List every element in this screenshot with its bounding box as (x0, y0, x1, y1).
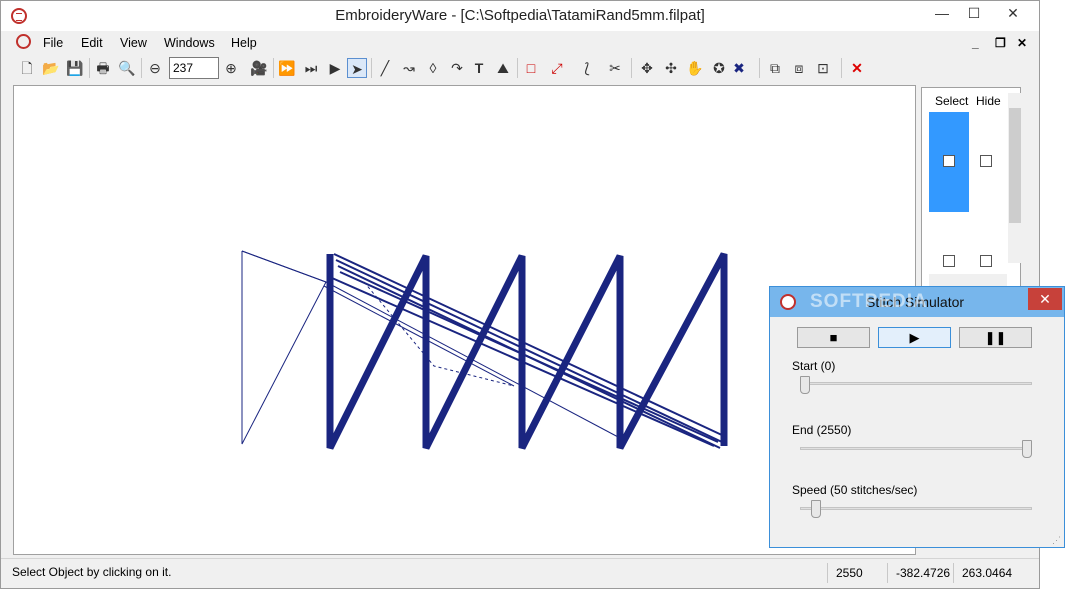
new-icon[interactable]: 🗋 (17, 58, 37, 78)
line-icon[interactable]: ╱ (375, 58, 395, 78)
toolbar-separator (759, 58, 760, 78)
x-coordinate: -382.4726 (887, 563, 951, 583)
select-column-header: Select (935, 94, 969, 108)
play-icon[interactable]: ▶ (325, 58, 345, 78)
pause-button[interactable]: ❚❚ (959, 327, 1032, 348)
speed-label: Speed (50 stitches/sec) (792, 483, 918, 497)
title-bar: EmbroideryWare - [C:\Softpedia\TatamiRan… (1, 1, 1039, 31)
stitch-count: 2550 (827, 563, 885, 583)
toolbar-separator (841, 58, 842, 78)
status-message: Select Object by clicking on it. (12, 565, 172, 579)
frame-icon[interactable]: ⊡ (813, 58, 833, 78)
stitch-simulator-dialog: Stitch Simulator SOFTPEDIA ✕ ■ ▶ ❚❚ Star… (769, 286, 1065, 548)
maximize-button[interactable]: ☐ (959, 1, 989, 25)
fast-forward-icon[interactable]: ⏩ (277, 58, 297, 78)
ungroup-icon[interactable]: ⧈ (789, 58, 809, 78)
menu-windows[interactable]: Windows (164, 36, 215, 50)
toolbar-separator (141, 58, 142, 78)
lasso-icon[interactable]: ✪ (709, 58, 729, 78)
toolbar-separator (517, 58, 518, 78)
speed-slider-thumb[interactable] (811, 500, 821, 518)
layer-hide-checkbox[interactable] (980, 155, 992, 167)
dialog-app-icon (780, 294, 796, 310)
toolbar-separator (631, 58, 632, 78)
window-title: EmbroideryWare - [C:\Softpedia\TatamiRan… (335, 7, 705, 24)
hide-column-header: Hide (976, 94, 1001, 108)
select-arrow-icon[interactable]: ➤ (347, 58, 367, 78)
print-icon[interactable]: 🖶 (93, 58, 113, 78)
speed-slider-track[interactable] (800, 507, 1032, 510)
shape-icon[interactable]: ◊ (423, 58, 443, 78)
open-icon[interactable]: 📂 (41, 58, 61, 78)
zoom-in-icon[interactable]: ⊕ (221, 58, 241, 78)
curve-icon[interactable]: ↝ (399, 58, 419, 78)
toolbar: 🗋 📂 💾 🖶 🔍 ⊖ ⊕ 🎥 ⏩ ⏭ ▶ ➤ ╱ ↝ ◊ ↷ T ⛰ □ ⤢ … (9, 55, 1034, 81)
end-label: End (2550) (792, 423, 852, 437)
stop-button[interactable]: ■ (797, 327, 870, 348)
delete-icon[interactable]: ✕ (847, 58, 867, 78)
softpedia-watermark: SOFTPEDIA (810, 291, 928, 312)
stitch-icon[interactable]: ✖ (729, 58, 749, 78)
layer-select-checkbox[interactable] (943, 155, 955, 167)
start-slider-thumb[interactable] (800, 376, 810, 394)
document-icon[interactable] (16, 34, 31, 49)
node-icon[interactable]: ⤢ (547, 58, 567, 78)
start-slider-track[interactable] (800, 382, 1032, 385)
toolbar-separator (89, 58, 90, 78)
close-button[interactable]: ✕ (991, 1, 1035, 25)
skip-icon[interactable]: ⏭ (301, 58, 321, 78)
menu-bar: File Edit View Windows Help _ ❐ ✕ (9, 32, 1034, 54)
rectangle-icon[interactable]: □ (521, 58, 541, 78)
end-slider-thumb[interactable] (1022, 440, 1032, 458)
menu-help[interactable]: Help (231, 36, 257, 50)
menu-view[interactable]: View (120, 36, 147, 50)
toolbar-separator (273, 58, 274, 78)
save-icon[interactable]: 💾 (65, 58, 85, 78)
resize-grip[interactable]: ⋰ (1052, 535, 1061, 546)
start-label: Start (0) (792, 359, 836, 373)
status-bar: Select Object by clicking on it. 2550 -3… (1, 558, 1039, 588)
camera-icon[interactable]: 🎥 (249, 58, 269, 78)
dialog-close-button[interactable]: ✕ (1028, 288, 1062, 310)
arc-icon[interactable]: ↷ (447, 58, 467, 78)
mdi-close-button[interactable]: ✕ (1017, 36, 1027, 50)
play-button[interactable]: ▶ (878, 327, 951, 348)
mdi-restore-button[interactable]: ❐ (995, 36, 1006, 50)
toolbar-separator (371, 58, 372, 78)
print-preview-icon[interactable]: 🔍 (117, 58, 137, 78)
dialog-title-bar: Stitch Simulator SOFTPEDIA ✕ (770, 287, 1064, 317)
pan-icon[interactable]: ✣ (661, 58, 681, 78)
cut-icon[interactable]: ✂ (605, 58, 625, 78)
zoom-input[interactable] (169, 57, 219, 79)
minimize-button[interactable]: — (927, 1, 957, 25)
move-icon[interactable]: ✥ (637, 58, 657, 78)
layers-panel: Select Hide (921, 87, 1022, 288)
layer-select-checkbox[interactable] (943, 255, 955, 267)
end-slider-track[interactable] (800, 447, 1032, 450)
scroll-thumb[interactable] (1009, 108, 1021, 223)
group-icon[interactable]: ⧉ (765, 58, 785, 78)
menu-file[interactable]: File (43, 36, 63, 50)
layer-hide-checkbox[interactable] (980, 255, 992, 267)
text-icon[interactable]: T (469, 58, 489, 78)
mdi-minimize-button[interactable]: _ (972, 36, 979, 50)
fill-icon[interactable]: ⛰ (493, 58, 513, 78)
zoom-out-icon[interactable]: ⊖ (145, 58, 165, 78)
menu-edit[interactable]: Edit (81, 36, 103, 50)
hand-icon[interactable]: ✋ (685, 58, 705, 78)
wave-icon[interactable]: ⟅ (577, 58, 597, 78)
y-coordinate: 263.0464 (953, 563, 1017, 583)
